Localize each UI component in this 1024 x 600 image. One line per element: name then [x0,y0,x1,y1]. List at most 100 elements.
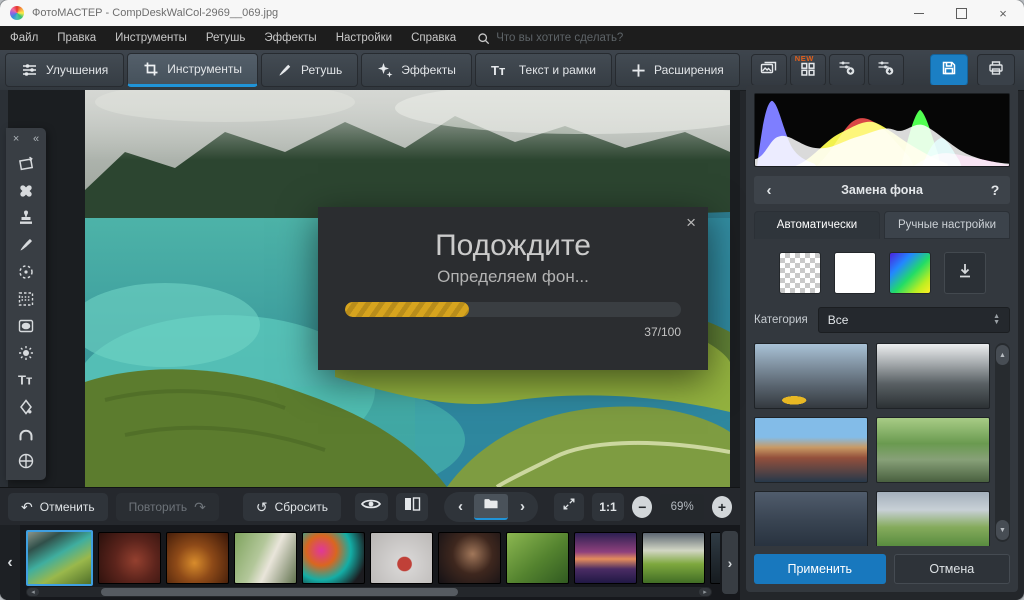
preset-save-button[interactable] [868,54,904,86]
maximize-button[interactable] [940,0,982,26]
shape-tool-button[interactable] [11,393,41,420]
actual-size-button[interactable]: 1:1 [592,493,625,521]
open-folder-button[interactable] [474,494,508,520]
prev-photo-button[interactable]: ‹ [448,498,472,515]
background-thumbnail[interactable] [876,417,990,483]
tab-improvements[interactable]: Улучшения [5,53,124,87]
scroll-up-button[interactable]: ▲ [996,345,1009,365]
scrollbar-thumb[interactable] [101,588,458,596]
filmstrip-thumbnail[interactable] [26,530,93,586]
category-row: Категория Все ▲ ▼ [754,307,1010,333]
filmstrip-collapse-button[interactable]: ‹ [0,525,20,600]
tab-retouch[interactable]: Ретушь [261,53,358,87]
zoom-out-button[interactable]: − [632,496,652,518]
menu-item[interactable]: Справка [411,32,456,44]
background-thumbnail[interactable] [754,491,868,546]
scroll-left-button[interactable]: ◂ [27,588,39,596]
radial-filter-tool-button[interactable] [11,258,41,285]
filmstrip-thumbnail[interactable] [166,532,229,584]
graduated-filter-tool-button[interactable] [11,285,41,312]
brush-tool-icon [16,235,36,255]
panel-help-button[interactable]: ? [980,182,1010,198]
relight-tool-button[interactable] [11,339,41,366]
background-thumbnail[interactable] [754,343,868,409]
healing-patch-tool-button[interactable] [11,177,41,204]
scroll-right-button[interactable]: ▸ [699,588,711,596]
text-tool-button[interactable]: Tт [11,366,41,393]
tab-tools[interactable]: Инструменты [127,53,258,87]
download-backgrounds-button[interactable] [944,252,986,294]
fit-screen-button[interactable] [554,493,583,521]
download-icon [955,261,975,286]
reset-button[interactable]: ↺ Сбросить [243,493,341,521]
panel-back-button[interactable]: ‹ [754,182,784,199]
cancel-button[interactable]: Отмена [894,554,1010,584]
palette-collapse-button[interactable]: « [33,133,39,145]
filmstrip-thumbnail[interactable] [642,532,705,584]
apply-button[interactable]: Применить [754,554,886,584]
filmstrip-thumbnail[interactable] [302,532,365,584]
tab-text-frames[interactable]: Tт Текст и рамки [475,53,612,87]
tab-effects[interactable]: Эффекты [361,53,472,87]
filmstrip-thumbnail[interactable] [506,532,569,584]
distortion-tool-button[interactable] [11,447,41,474]
menu-item[interactable]: Правка [57,32,96,44]
menu-item[interactable]: Инструменты [115,32,187,44]
menu-item[interactable]: Файл [10,32,38,44]
tab-automatic[interactable]: Автоматически [754,211,880,239]
menu-item[interactable]: Ретушь [206,32,246,44]
undo-button[interactable]: ↶ Отменить [8,493,108,521]
background-swatch[interactable] [889,252,931,294]
filmstrip-thumbnail[interactable] [234,532,297,584]
background-thumbnail[interactable] [876,491,990,546]
scroll-down-button[interactable]: ▼ [996,520,1009,540]
filmstrip-next-button[interactable]: › [722,531,738,594]
filmstrip-thumbnail[interactable] [574,532,637,584]
right-panel: ‹ Замена фона ? Автоматически Ручные нас… [746,85,1018,592]
palette-close-button[interactable]: × [13,133,19,145]
category-dropdown[interactable]: Все ▲ ▼ [818,307,1010,333]
filmstrip-thumbnail[interactable] [710,532,720,584]
menu-item[interactable]: Настройки [336,32,392,44]
preview-original-button[interactable] [355,493,388,521]
redo-button[interactable]: Повторить ↷ [116,493,219,521]
background-thumbnail[interactable] [876,343,990,409]
save-button[interactable] [930,54,968,86]
eye-icon [360,496,382,517]
filmstrip-scrollbar[interactable]: ◂ ▸ [26,587,712,597]
grid-scrollbar[interactable]: ▲ ▼ [995,343,1010,542]
minimize-icon [914,13,924,14]
text-icon: Tт [491,63,511,77]
print-button[interactable] [977,54,1015,86]
stamp-tool-button[interactable] [11,204,41,231]
image-library-button[interactable] [751,54,787,86]
vignette-tool-button[interactable] [11,312,41,339]
curve-tool-button[interactable] [11,420,41,447]
tab-extensions[interactable]: Расширения [615,53,740,87]
filmstrip-thumbnail[interactable] [98,532,161,584]
crop-icon [143,61,159,77]
filmstrip-thumbnail[interactable] [370,532,433,584]
menu-item[interactable]: Эффекты [264,32,316,44]
filmstrip-thumbnail[interactable] [438,532,501,584]
compare-split-button[interactable] [396,493,429,521]
category-value: Все [828,313,849,327]
next-photo-button[interactable]: › [510,498,534,515]
background-thumbnail[interactable] [754,417,868,483]
straighten-tool-button[interactable] [11,150,41,177]
dialog-close-button[interactable]: × [686,213,696,233]
background-swatch[interactable] [834,252,876,294]
close-button[interactable]: × [982,0,1024,26]
minimize-button[interactable] [898,0,940,26]
app-window: ФотоМАСТЕР - CompDeskWalCol-2969__069.jp… [0,0,1024,600]
background-swatch[interactable] [779,252,821,294]
zoom-in-button[interactable]: + [712,496,732,518]
filmstrip-thumbs [26,530,720,586]
search-box[interactable]: Что вы хотите сделать? [477,32,623,45]
tab-manual-settings[interactable]: Ручные настройки [884,211,1010,239]
spinner-icons[interactable]: ▲ ▼ [993,314,1000,326]
brush-tool-button[interactable] [11,231,41,258]
preset-add-button[interactable] [829,54,865,86]
expand-icon [561,496,577,517]
new-collections-button[interactable]: NEW [790,54,826,86]
